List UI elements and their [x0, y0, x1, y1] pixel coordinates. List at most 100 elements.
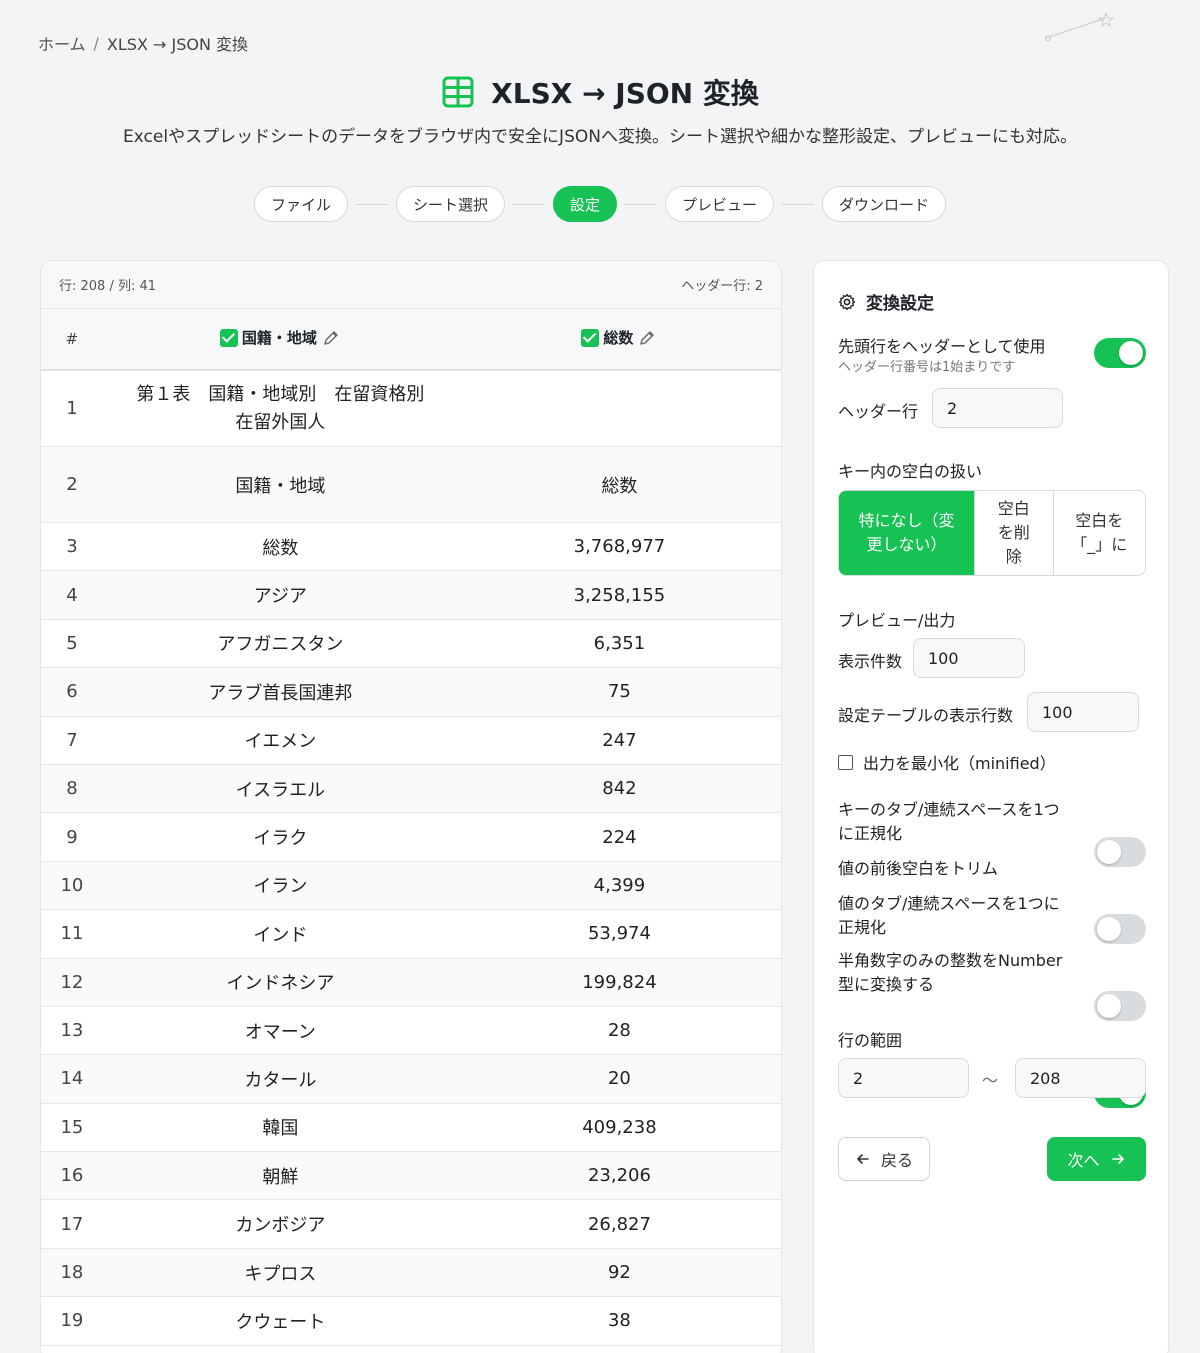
step-download[interactable]: ダウンロード: [822, 186, 947, 222]
row-number: 1: [66, 398, 78, 419]
use-header-hint: ヘッダー行番号は1始まりです: [838, 360, 1016, 375]
trim-values-toggle[interactable]: [1094, 914, 1146, 944]
display-count-input[interactable]: 100: [913, 638, 1025, 678]
row-number: 6: [66, 681, 78, 703]
row-number: 8: [66, 778, 78, 800]
whitespace-option-underscore[interactable]: 空白を「_」に: [1052, 491, 1145, 575]
cell-total: 6,351: [593, 632, 646, 654]
cell-nationality: 第１表 国籍・地域別 在留資格別 在留外国人: [136, 383, 425, 433]
minify-option[interactable]: 出力を最小化（minified）: [838, 750, 1056, 774]
column-include-checkbox[interactable]: [581, 328, 600, 347]
cell-nationality: イラン: [253, 876, 308, 898]
next-button[interactable]: 次へ: [1047, 1137, 1146, 1181]
column-header-total: 総数: [458, 327, 781, 351]
preview-output-section-title: プレビュー/出力: [838, 611, 956, 630]
step-preview[interactable]: プレビュー: [665, 186, 775, 222]
pencil-icon[interactable]: [321, 328, 341, 348]
column-header-index: #: [65, 330, 79, 348]
table-row: 16 朝鮮 23,206: [41, 1152, 781, 1201]
next-button-label: 次へ: [1067, 1151, 1100, 1170]
cell-total: 総数: [601, 475, 638, 497]
minify-checkbox[interactable]: [838, 754, 853, 770]
use-header-toggle[interactable]: [1094, 338, 1146, 368]
step-connector: [355, 203, 388, 205]
cell-nationality: 国籍・地域: [235, 475, 326, 497]
use-header-label: 先頭行をヘッダーとして使用: [838, 337, 1046, 356]
row-number: 15: [60, 1116, 84, 1138]
cell-nationality: アラブ首長国連邦: [208, 682, 353, 704]
table-row: 11 インド 53,974: [41, 910, 781, 959]
integer-to-number-label: 半角数字のみの整数をNumber型に変換する: [838, 951, 1063, 994]
column-include-checkbox[interactable]: [219, 328, 238, 347]
table-row: 12 インドネシア 199,824: [41, 958, 781, 1007]
cell-nationality: カンボジア: [235, 1215, 326, 1237]
cell-total: 3,768,977: [573, 536, 666, 558]
table-row: 3 総数 3,768,977: [41, 523, 781, 572]
breadcrumb-home-link[interactable]: ホーム: [38, 31, 86, 55]
column-header-label: 国籍・地域: [241, 329, 317, 348]
cell-nationality: アフガニスタン: [217, 634, 344, 656]
row-number: 17: [60, 1213, 84, 1235]
row-range-separator: 〜: [982, 1071, 999, 1090]
whitespace-segmented-control: 特になし（変更しない） 空白を削除 空白を「_」に: [838, 490, 1146, 576]
settings-header: 変換設定: [838, 289, 934, 314]
cell-nationality: クウェート: [235, 1311, 326, 1333]
table-row: 5 アフガニスタン 6,351: [41, 620, 781, 669]
step-file[interactable]: ファイル: [253, 186, 348, 222]
cell-total: 199,824: [582, 971, 657, 993]
cell-total: 247: [602, 729, 637, 751]
pencil-icon[interactable]: [637, 328, 657, 348]
cell-nationality: キプロス: [244, 1263, 317, 1285]
step-sheet-select[interactable]: シート選択: [395, 186, 505, 222]
step-connector: [782, 203, 815, 205]
settings-title: 変換設定: [866, 294, 934, 314]
page-title: XLSX → JSON 変換: [491, 77, 759, 110]
table-meta-bar: 行: 208 / 列: 41 ヘッダー行: 2: [41, 261, 781, 309]
cell-total: 26,827: [587, 1213, 651, 1235]
row-range-to-input[interactable]: 208: [1015, 1058, 1146, 1098]
row-number: 19: [60, 1310, 84, 1332]
cell-nationality: イスラエル: [235, 779, 326, 801]
settings-panel: 変換設定 先頭行をヘッダーとして使用 ヘッダー行番号は1始まりです ヘッダー行 …: [813, 260, 1169, 1353]
table-row: 6 アラブ首長国連邦 75: [41, 668, 781, 717]
step-settings[interactable]: 設定: [552, 186, 617, 222]
cell-total: 3,258,155: [573, 584, 666, 606]
cell-nationality: カタール: [244, 1069, 317, 1091]
cell-total: 53,974: [587, 923, 651, 945]
header-row-label: ヘッダー行: [838, 402, 919, 421]
cell-total: 75: [607, 681, 631, 703]
table-row: 4 アジア 3,258,155: [41, 571, 781, 620]
cell-nationality: インド: [253, 924, 308, 946]
arrow-left-icon: [857, 1154, 869, 1164]
normalize-value-spaces-toggle[interactable]: [1094, 991, 1146, 1021]
row-number: 3: [66, 536, 78, 558]
table-row: 10 イラン 4,399: [41, 861, 781, 911]
display-count-label: 表示件数: [838, 652, 903, 671]
row-number: 18: [60, 1262, 84, 1284]
step-connector: [625, 203, 657, 205]
cell-nationality: 韓国: [262, 1118, 299, 1140]
cell-nationality: アジア: [253, 586, 307, 608]
header-row-input[interactable]: 2: [932, 388, 1063, 428]
cell-nationality: インドネシア: [226, 973, 335, 995]
table-header: # 国籍・地域 総数: [41, 309, 781, 371]
table-rows-input[interactable]: 100: [1027, 692, 1139, 732]
cell-total: 224: [602, 826, 637, 848]
table-icon: [442, 76, 474, 108]
row-number: 4: [66, 584, 78, 606]
whitespace-option-none[interactable]: 特になし（変更しない）: [839, 491, 974, 575]
cell-nationality: イラク: [253, 828, 308, 850]
normalize-key-spaces-toggle[interactable]: [1094, 837, 1146, 867]
row-number: 14: [60, 1068, 84, 1090]
table-body: 1 第１表 国籍・地域別 在留資格別 在留外国人 2 国籍・地域 総数 3 総数 3,768,…: [41, 371, 781, 1346]
row-range-from-input[interactable]: 2: [838, 1058, 969, 1098]
table-row: 8 イスラエル 842: [41, 764, 781, 814]
whitespace-option-remove[interactable]: 空白を削除: [973, 491, 1053, 575]
breadcrumb-current: XLSX → JSON 変換: [106, 35, 249, 54]
back-button[interactable]: 戻る: [838, 1137, 930, 1181]
stepper: ファイル シート選択 設定 プレビュー ダウンロード: [0, 186, 1200, 222]
row-range-label: 行の範囲: [838, 1031, 903, 1050]
table-row: 2 国籍・地域 総数: [41, 447, 781, 523]
table-row: 9 イラク 224: [41, 813, 781, 862]
table-row: 13 オマーン 28: [41, 1007, 781, 1056]
